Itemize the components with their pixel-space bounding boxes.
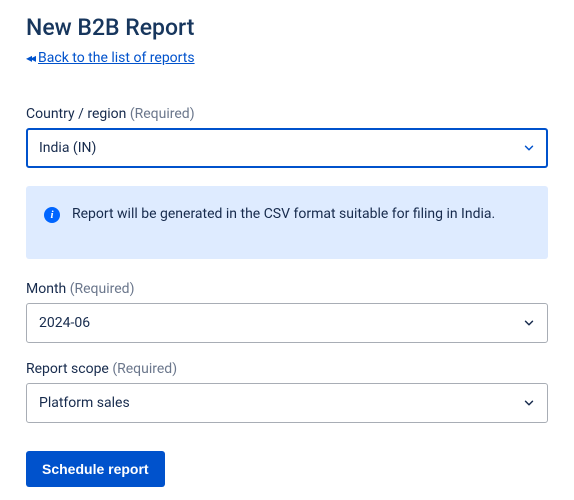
scope-field-group: Report scope (Required) Platform sales (26, 361, 548, 423)
country-label-text: Country / region (26, 106, 126, 122)
info-icon: i (44, 207, 60, 223)
country-label: Country / region (Required) (26, 106, 548, 122)
country-select[interactable]: India (IN) (26, 128, 548, 168)
scope-select-value: Platform sales (39, 395, 130, 411)
country-select-value: India (IN) (39, 140, 96, 156)
month-field-group: Month (Required) 2024-06 (26, 281, 548, 343)
month-select[interactable]: 2024-06 (26, 303, 548, 343)
country-field-group: Country / region (Required) India (IN) (26, 106, 548, 168)
info-message: Report will be generated in the CSV form… (72, 206, 495, 222)
month-label-text: Month (26, 281, 66, 297)
scope-required-text: (Required) (112, 361, 177, 377)
schedule-report-button[interactable]: Schedule report (26, 451, 165, 487)
month-required-text: (Required) (70, 281, 135, 297)
scope-label-text: Report scope (26, 361, 109, 377)
info-panel: i Report will be generated in the CSV fo… (26, 186, 548, 259)
country-required-text: (Required) (130, 106, 195, 122)
month-select-value: 2024-06 (39, 315, 90, 331)
page-title: New B2B Report (26, 14, 548, 41)
scope-select[interactable]: Platform sales (26, 383, 548, 423)
back-to-reports-link[interactable]: ◂◂ Back to the list of reports (26, 50, 195, 66)
back-arrows-icon: ◂◂ (26, 51, 34, 65)
scope-label: Report scope (Required) (26, 361, 548, 377)
month-label: Month (Required) (26, 281, 548, 297)
back-link-text: Back to the list of reports (38, 50, 195, 66)
